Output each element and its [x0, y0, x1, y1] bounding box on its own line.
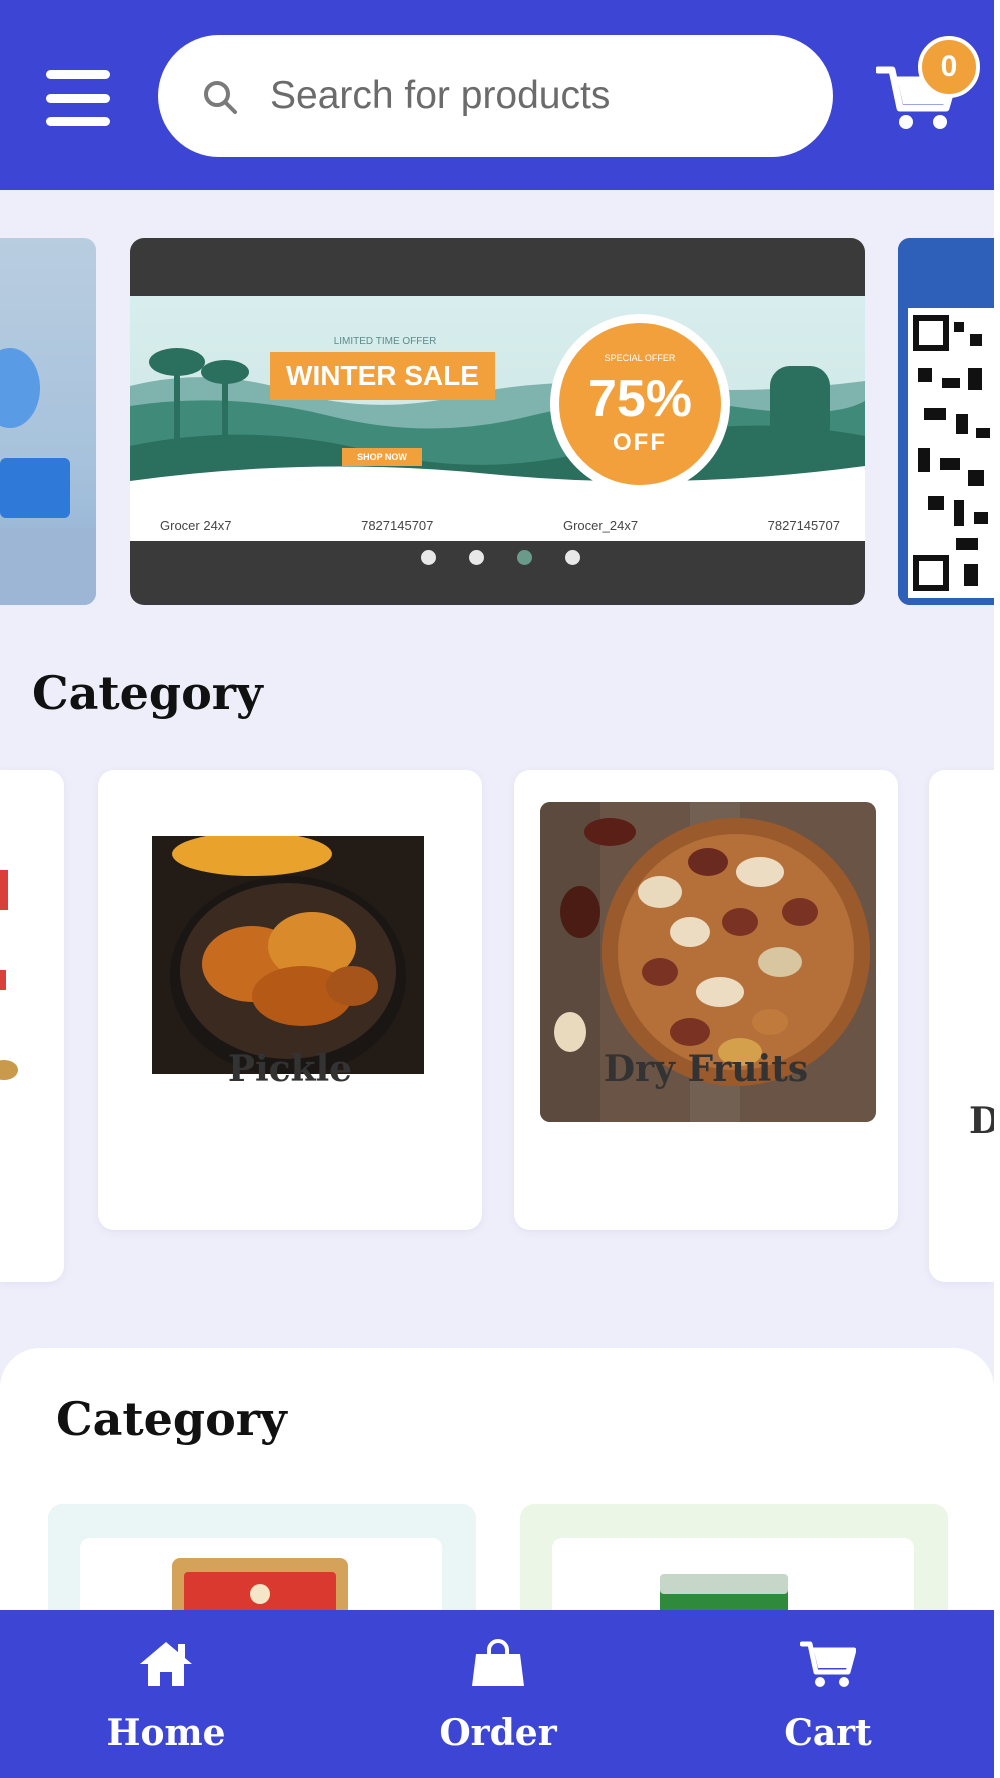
previous-slide-image	[0, 348, 96, 605]
hamburger-menu-icon[interactable]	[46, 70, 110, 126]
offer-badge: SPECIAL OFFER 75% OFF	[550, 314, 730, 494]
carousel-indicator	[130, 550, 865, 565]
contact-item: Grocer_24x7	[562, 518, 639, 533]
category-label-partial: D	[969, 1100, 994, 1142]
cart-icon	[800, 1641, 856, 1687]
banner-limited-text: LIMITED TIME OFFER	[333, 336, 437, 347]
bottom-navigation-bar: Home Order Cart	[0, 1610, 994, 1778]
contact-item: 7827145707	[361, 518, 434, 533]
carousel-slide-winter-sale[interactable]: LIMITED TIME OFFER WINTER SALE SHOP NOW …	[130, 238, 865, 605]
carousel-dot[interactable]	[420, 550, 436, 565]
nav-item-order[interactable]: Order	[378, 1610, 618, 1778]
qr-code-image	[898, 238, 994, 605]
category-card-partial-next[interactable]: D	[929, 770, 994, 1282]
carousel-slide-next[interactable]	[898, 238, 994, 605]
category-heading: Category	[32, 666, 263, 720]
category-card-dry-fruits[interactable]: Dry Fruits	[514, 770, 898, 1230]
nav-label-cart: Cart	[784, 1712, 872, 1754]
banner-artwork: LIMITED TIME OFFER WINTER SALE SHOP NOW …	[130, 296, 865, 541]
top-app-bar: 0	[0, 0, 994, 190]
search-input[interactable]	[270, 57, 790, 135]
nav-label-order: Order	[439, 1712, 557, 1754]
nav-label-home: Home	[106, 1712, 226, 1754]
category-card-partial[interactable]	[0, 770, 64, 1282]
nav-item-cart[interactable]: Cart	[708, 1610, 948, 1778]
category-label-pickle: Pickle	[227, 1048, 353, 1090]
carousel-dot[interactable]	[468, 550, 484, 565]
cart-count-badge: 0	[918, 36, 980, 98]
banner-contact-row: Grocer 24x7 7827145707 Grocer_24x7 78271…	[160, 518, 840, 533]
carousel-slide-previous[interactable]	[0, 238, 96, 605]
category-card-pickle[interactable]: Pickle	[98, 770, 482, 1230]
contact-item: 7827145707	[767, 518, 840, 533]
shopping-bag-icon	[472, 1639, 524, 1686]
home-icon	[140, 1642, 192, 1686]
landscape-illustration	[130, 348, 865, 541]
contact-item: Grocer 24x7	[160, 518, 232, 533]
category-image-partial	[0, 870, 18, 1080]
offer-off-text: OFF	[613, 429, 667, 456]
banner-shop-now-button[interactable]: SHOP NOW	[342, 448, 422, 466]
nav-item-home[interactable]: Home	[46, 1610, 286, 1778]
carousel-dot-active[interactable]	[516, 550, 532, 565]
category-label-dry-fruits: Dry Fruits	[603, 1048, 809, 1090]
category-heading-2: Category	[56, 1392, 287, 1446]
offer-percent: 75%	[587, 370, 693, 428]
page-edge	[994, 0, 1000, 1778]
search-icon	[204, 81, 237, 114]
banner-sale-title: WINTER SALE	[270, 352, 495, 400]
offer-small-text: SPECIAL OFFER	[604, 353, 676, 363]
carousel-dot[interactable]	[564, 550, 580, 565]
search-bar[interactable]	[158, 35, 833, 157]
app-page: 0 LIMITED TIME OFFER WINTER SALE S	[0, 0, 994, 1778]
